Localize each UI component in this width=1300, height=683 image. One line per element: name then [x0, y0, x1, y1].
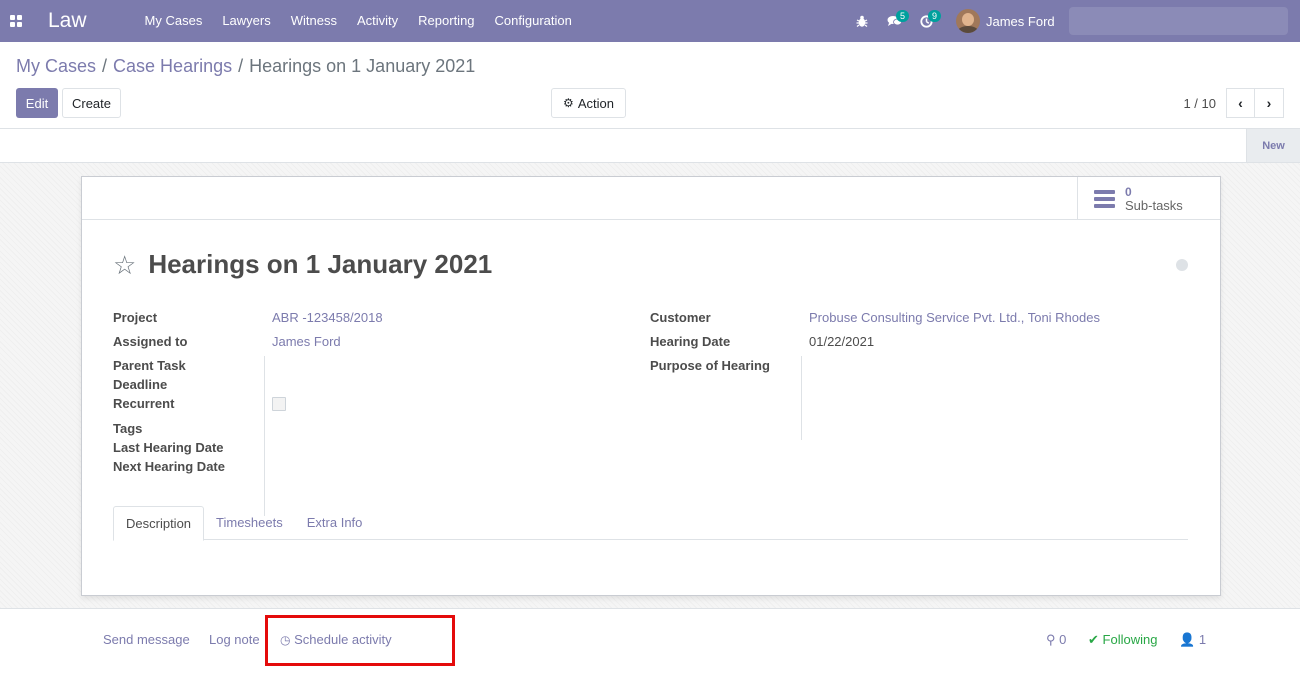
- chatter: Send message Log note ◷ Schedule activit…: [0, 608, 1300, 683]
- field-divider: [264, 356, 265, 516]
- pager-next-button[interactable]: ›: [1255, 88, 1284, 118]
- menu-configuration[interactable]: Configuration: [485, 0, 582, 42]
- breadcrumb: My Cases / Case Hearings / Hearings on 1…: [16, 56, 475, 77]
- field-label: Next Hearing Date: [113, 459, 225, 474]
- blurred-region: [1068, 7, 1288, 35]
- project-field[interactable]: ABR -123458/2018: [272, 310, 383, 325]
- edit-button[interactable]: Edit: [16, 88, 58, 118]
- subtasks-button[interactable]: 0 Sub-tasks: [1077, 177, 1220, 220]
- menu-reporting[interactable]: Reporting: [408, 0, 484, 42]
- field-label: Purpose of Hearing: [650, 358, 770, 373]
- gear-icon: ⚙: [563, 96, 574, 110]
- tab-description[interactable]: Description: [113, 506, 205, 541]
- following-label: Following: [1102, 632, 1158, 647]
- main-menu: My Cases Lawyers Witness Activity Report…: [135, 0, 582, 42]
- kanban-state-indicator[interactable]: [1176, 259, 1188, 271]
- check-icon: ✔: [1088, 632, 1099, 647]
- notebook-tabs: Description Timesheets Extra Info: [113, 506, 1188, 541]
- paperclip-icon: ⚲: [1046, 632, 1056, 647]
- log-note-button[interactable]: Log note: [209, 632, 260, 647]
- breadcrumb-separator: /: [102, 56, 108, 76]
- form-sheet: 0 Sub-tasks ☆ Hearings on 1 January 2021…: [81, 176, 1221, 596]
- breadcrumb-case-hearings[interactable]: Case Hearings: [113, 56, 232, 77]
- apps-menu-button[interactable]: [0, 0, 32, 42]
- button-box: 0 Sub-tasks: [82, 177, 1220, 220]
- form-view: 0 Sub-tasks ☆ Hearings on 1 January 2021…: [0, 163, 1300, 608]
- title-row: ☆ Hearings on 1 January 2021: [113, 249, 492, 280]
- activities-count-badge: 9: [928, 10, 942, 22]
- messaging-button[interactable]: 5: [878, 0, 910, 42]
- field-label: Parent Task: [113, 358, 186, 373]
- record-title[interactable]: Hearings on 1 January 2021: [148, 249, 492, 280]
- pager-buttons: ‹ ›: [1226, 88, 1284, 118]
- chevron-left-icon: ‹: [1238, 95, 1243, 111]
- recurrent-checkbox[interactable]: [272, 397, 286, 411]
- debug-button[interactable]: [846, 0, 878, 42]
- user-menu[interactable]: James Ford: [956, 0, 1300, 42]
- menu-lawyers[interactable]: Lawyers: [212, 0, 280, 42]
- hearing-date-field[interactable]: 01/22/2021: [809, 334, 874, 349]
- apps-grid-icon: [10, 15, 22, 27]
- activities-button[interactable]: 9: [910, 0, 942, 42]
- statusbar: New: [0, 129, 1300, 163]
- field-label: Hearing Date: [650, 334, 731, 349]
- subtasks-label: Sub-tasks: [1125, 197, 1183, 213]
- action-button[interactable]: ⚙ Action: [551, 88, 626, 118]
- subtasks-count: 0: [1125, 184, 1132, 199]
- customer-field[interactable]: Probuse Consulting Service Pvt. Ltd., To…: [809, 310, 1100, 325]
- stage-new[interactable]: New: [1246, 129, 1300, 162]
- menu-my-cases[interactable]: My Cases: [135, 0, 213, 42]
- pager-value[interactable]: 1 / 10: [1183, 96, 1216, 111]
- following-button[interactable]: ✔ Following: [1088, 632, 1157, 648]
- field-divider: [801, 356, 802, 440]
- tab-extra-info[interactable]: Extra Info: [295, 506, 375, 540]
- followers-button[interactable]: 👤 1: [1179, 632, 1206, 648]
- tasks-icon: [1094, 189, 1115, 208]
- menu-activity[interactable]: Activity: [347, 0, 408, 42]
- tab-timesheets[interactable]: Timesheets: [204, 506, 295, 540]
- breadcrumb-separator: /: [238, 56, 244, 76]
- send-message-button[interactable]: Send message: [103, 632, 190, 647]
- user-name: James Ford: [986, 13, 1055, 29]
- control-panel: My Cases / Case Hearings / Hearings on 1…: [0, 42, 1300, 129]
- field-label: Assigned to: [113, 334, 188, 349]
- assigned-to-field[interactable]: James Ford: [272, 334, 341, 349]
- field-label: Deadline: [113, 377, 168, 392]
- top-navbar: Law My Cases Lawyers Witness Activity Re…: [0, 0, 1300, 42]
- field-label: Project: [113, 310, 158, 325]
- user-icon: 👤: [1179, 632, 1196, 647]
- field-label: Last Hearing Date: [113, 440, 224, 455]
- menu-witness[interactable]: Witness: [281, 0, 347, 42]
- breadcrumb-my-cases[interactable]: My Cases: [16, 56, 96, 77]
- breadcrumb-current: Hearings on 1 January 2021: [249, 56, 476, 76]
- systray: 5 9 James Ford: [846, 0, 1300, 42]
- followers-count: 1: [1198, 632, 1207, 647]
- pager-previous-button[interactable]: ‹: [1226, 88, 1255, 118]
- avatar: [956, 9, 980, 33]
- chevron-right-icon: ›: [1266, 95, 1272, 111]
- attachments-count: 0: [1059, 632, 1067, 647]
- messages-count-badge: 5: [896, 10, 910, 22]
- field-label: Customer: [650, 310, 711, 325]
- bug-icon: [856, 15, 868, 27]
- create-button[interactable]: Create: [62, 88, 121, 118]
- field-label: Recurrent: [113, 396, 175, 411]
- field-label: Tags: [113, 421, 143, 436]
- star-icon[interactable]: ☆: [113, 252, 136, 278]
- attachments-button[interactable]: ⚲ 0: [1046, 632, 1066, 648]
- highlight-box: [265, 615, 455, 666]
- action-label: Action: [577, 95, 614, 111]
- app-brand[interactable]: Law: [48, 9, 87, 33]
